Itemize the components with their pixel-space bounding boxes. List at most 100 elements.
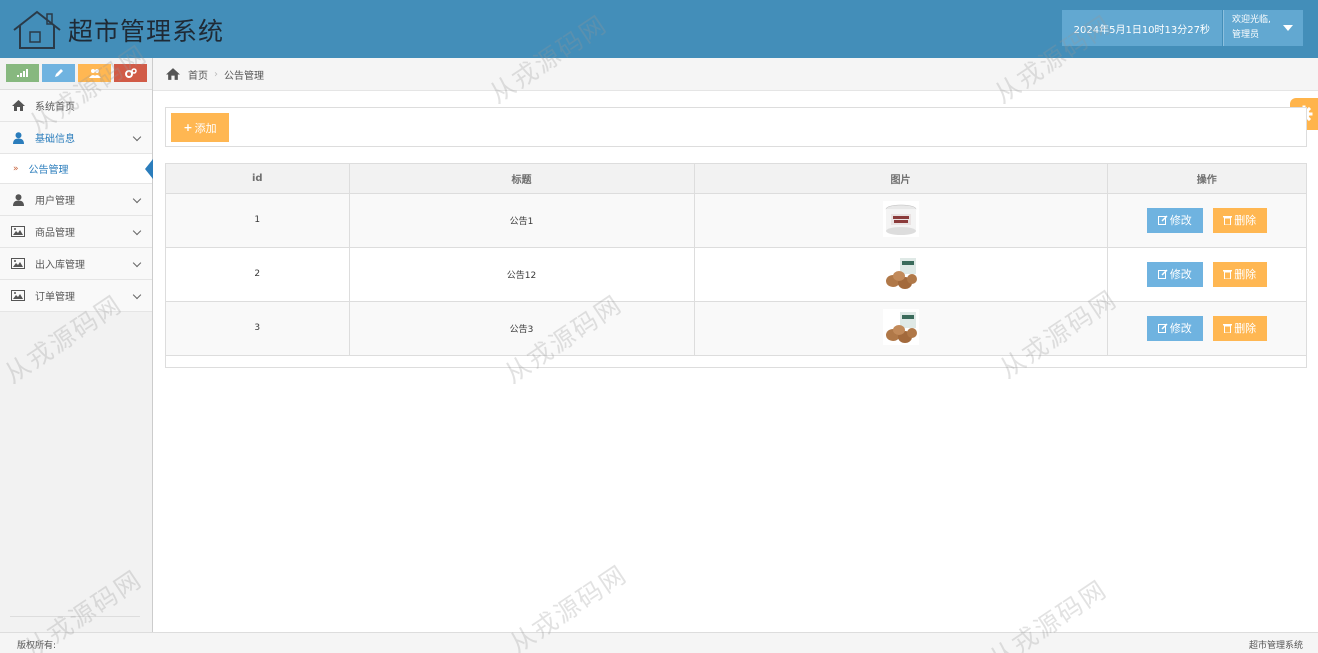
column-header-image[interactable]: 图片	[694, 164, 1108, 194]
user-icon	[11, 131, 25, 144]
sidebar-item-label: 用户管理	[35, 196, 75, 207]
cell-title: 公告1	[349, 193, 695, 248]
product-nuts-image[interactable]	[882, 254, 919, 291]
sidebar-shortcuts	[0, 58, 152, 90]
sidebar-item-label: 系统首页	[35, 102, 75, 113]
cogs-icon	[124, 68, 137, 78]
column-header-id[interactable]: id	[166, 164, 350, 194]
user-icon	[11, 193, 25, 206]
chevron-down-icon	[132, 194, 142, 204]
sidebar-item-basic-info[interactable]: 基础信息	[0, 122, 152, 154]
announcement-table: id 标题 图片 操作 1 公告1 修改 删除 2 公告12 修改 删除 3 公…	[165, 163, 1307, 368]
pencil-icon	[54, 69, 63, 77]
sidebar-item-orders[interactable]: 订单管理	[0, 280, 152, 312]
cell-id: 2	[166, 247, 350, 302]
house-logo-icon	[13, 10, 61, 49]
picture-icon	[11, 226, 25, 238]
table-row: 3 公告3 修改 删除	[166, 301, 1306, 356]
sidebar-item-home[interactable]: 系统首页	[0, 90, 152, 122]
sidebar-item-users[interactable]: 用户管理	[0, 184, 152, 216]
edit-icon	[1157, 269, 1168, 279]
edit-icon	[1157, 215, 1168, 225]
brand[interactable]: 超市管理系统	[12, 8, 224, 52]
active-indicator	[145, 159, 153, 179]
shortcut-signal-button[interactable]	[6, 64, 39, 82]
sidebar-item-inventory[interactable]: 出入库管理	[0, 248, 152, 280]
shortcut-pencil-button[interactable]	[42, 64, 75, 82]
cell-actions: 修改 删除	[1107, 193, 1306, 248]
edit-button[interactable]: 修改	[1146, 207, 1203, 233]
user-menu[interactable]: 欢迎光临, 管理员	[1223, 10, 1303, 46]
breadcrumb-home-link[interactable]: 首页	[188, 67, 208, 82]
delete-button-label: 删除	[1234, 322, 1257, 335]
column-header-title[interactable]: 标题	[349, 164, 695, 194]
cell-id: 1	[166, 193, 350, 248]
chevron-down-icon	[132, 258, 142, 268]
edit-button[interactable]: 修改	[1146, 315, 1203, 341]
breadcrumb-separator: ›	[214, 68, 218, 80]
footer-copyright: 版权所有:	[17, 641, 57, 651]
sidebar-item-products[interactable]: 商品管理	[0, 216, 152, 248]
sidebar-divider	[10, 616, 140, 617]
trash-icon	[1223, 324, 1233, 333]
cell-actions: 修改 删除	[1107, 247, 1306, 302]
top-navbar: 超市管理系统 2024年5月1日10时13分27秒 欢迎光临, 管理员	[0, 0, 1318, 58]
double-angle-right-icon: »	[13, 163, 19, 174]
edit-button-label: 修改	[1169, 268, 1192, 281]
home-icon	[11, 100, 25, 112]
cell-image	[694, 193, 1108, 248]
table-row: 1 公告1 修改 删除	[166, 193, 1306, 248]
product-can-image[interactable]	[882, 200, 919, 237]
table-row: 2 公告12 修改 删除	[166, 247, 1306, 302]
cell-id: 3	[166, 301, 350, 356]
chevron-down-icon	[132, 290, 142, 300]
chevron-down-icon	[132, 226, 142, 236]
users-icon	[88, 69, 101, 78]
sidebar-item-label: 订单管理	[35, 292, 75, 303]
trash-icon	[1223, 270, 1233, 279]
home-icon	[166, 68, 180, 80]
sidebar-item-label: 出入库管理	[35, 260, 85, 271]
sidebar-item-label: 商品管理	[35, 228, 75, 239]
add-button-label: 添加	[194, 121, 217, 135]
shortcut-users-button[interactable]	[78, 64, 111, 82]
edit-icon	[1157, 323, 1168, 333]
sidebar-subitem-announcements[interactable]: » 公告管理	[0, 154, 153, 184]
table-toolbar: + 添加	[165, 107, 1307, 147]
breadcrumb-current: 公告管理	[224, 70, 264, 82]
sidebar-subitem-label: 公告管理	[28, 165, 69, 176]
delete-button[interactable]: 删除	[1212, 261, 1267, 287]
trash-icon	[1223, 216, 1233, 225]
breadcrumb: 首页 › 公告管理	[153, 58, 1318, 91]
plus-icon: +	[183, 121, 193, 134]
welcome-text: 欢迎光临,	[1232, 15, 1271, 25]
cell-image	[694, 247, 1108, 302]
footer: 版权所有: 超市管理系统	[0, 632, 1318, 653]
product-nuts-image[interactable]	[882, 308, 919, 345]
edit-button-label: 修改	[1169, 322, 1192, 335]
sidebar-item-label: 基础信息	[35, 134, 75, 145]
cell-title: 公告3	[349, 301, 695, 356]
delete-button-label: 删除	[1234, 214, 1257, 227]
sidebar: 系统首页 基础信息 » 公告管理 用户管理 商品管理 出入库管理 订单管理	[0, 58, 153, 632]
current-datetime: 2024年5月1日10时13分27秒	[1061, 10, 1222, 46]
delete-button[interactable]: 删除	[1212, 315, 1267, 341]
delete-button[interactable]: 删除	[1212, 207, 1267, 233]
app-title: 超市管理系统	[68, 17, 225, 46]
delete-button-label: 删除	[1234, 268, 1257, 281]
caret-down-icon	[1283, 25, 1293, 31]
cell-title: 公告12	[349, 247, 695, 302]
signal-icon	[16, 69, 28, 77]
picture-icon	[11, 290, 25, 302]
cell-actions: 修改 删除	[1107, 301, 1306, 356]
picture-icon	[11, 258, 25, 270]
chevron-down-icon	[132, 132, 142, 142]
column-header-actions: 操作	[1107, 164, 1306, 194]
footer-app-name: 超市管理系统	[1248, 641, 1303, 651]
edit-button[interactable]: 修改	[1146, 261, 1203, 287]
edit-button-label: 修改	[1169, 214, 1192, 227]
shortcut-cogs-button[interactable]	[114, 64, 147, 82]
add-button[interactable]: + 添加	[171, 113, 229, 142]
user-role: 管理员	[1232, 30, 1260, 40]
cell-image	[694, 301, 1108, 356]
